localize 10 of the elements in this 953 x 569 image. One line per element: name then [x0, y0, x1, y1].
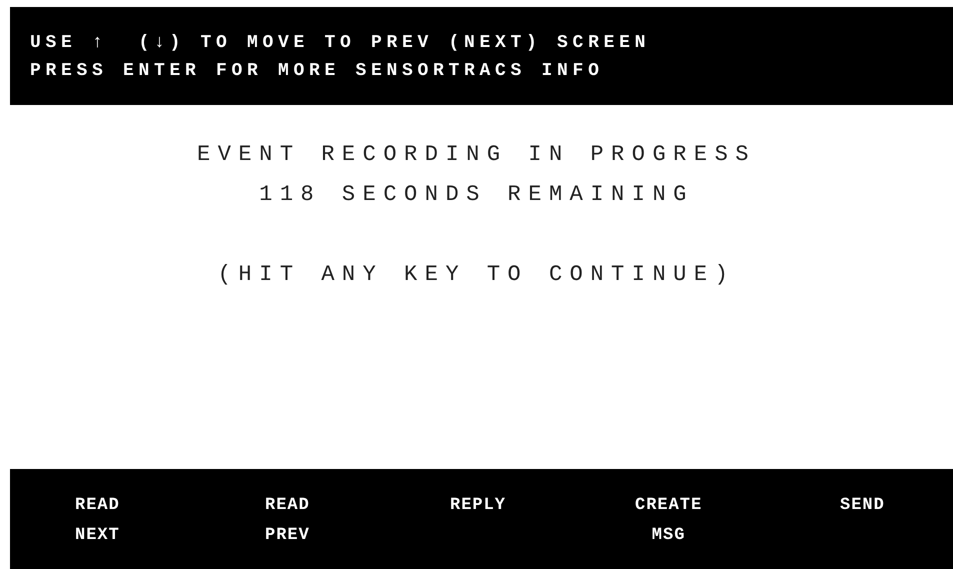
message-text: (HIT ANY KEY TO CONTINUE)	[218, 261, 736, 289]
soft-key[interactable]: READ PREV	[265, 491, 310, 551]
soft-key[interactable]: CREATE MSG	[635, 491, 702, 551]
header-text: USE ↑ (↓) TO MOVE TO PREV (NEXT) SCREEN	[30, 32, 650, 55]
header-text: PRESS ENTER FOR MORE SENSORTRACS INFO	[30, 60, 604, 83]
soft-key[interactable]: READ NEXT	[75, 491, 120, 551]
soft-key[interactable]: REPLY	[450, 491, 506, 521]
message-text: EVENT RECORDING IN PROGRESS	[197, 141, 756, 169]
soft-key[interactable]: SEND	[840, 491, 885, 521]
message-text: 118 SECONDS REMAINING	[259, 181, 694, 209]
